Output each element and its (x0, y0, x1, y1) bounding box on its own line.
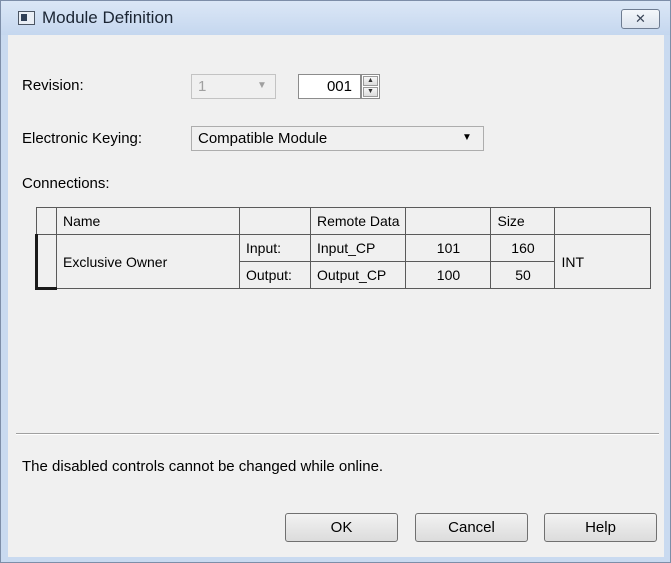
revision-major-value: 1 (198, 78, 207, 95)
ok-button[interactable]: OK (285, 513, 398, 542)
revision-major-combo: 1 ▼ (191, 74, 276, 99)
spin-up-icon[interactable]: ▲ (363, 76, 378, 86)
header-remote-instance (405, 207, 492, 235)
connection-name[interactable]: Exclusive Owner (56, 234, 240, 289)
header-size: Size (490, 207, 556, 235)
module-definition-dialog: Module Definition ✕ Revision: 1 ▼ 001 ▲ … (0, 0, 671, 563)
close-icon: ✕ (635, 11, 646, 26)
spin-down-icon[interactable]: ▼ (363, 87, 378, 97)
header-direction (239, 207, 311, 235)
electronic-keying-value: Compatible Module (198, 130, 328, 147)
table-row[interactable]: Exclusive Owner Input: Input_CP 101 160 … (35, 234, 652, 290)
cancel-button[interactable]: Cancel (415, 513, 528, 542)
row-selector-header (36, 207, 57, 235)
module-icon (18, 11, 35, 25)
input-instance[interactable]: 101 (405, 234, 492, 262)
header-remote-data: Remote Data (309, 207, 407, 235)
revision-minor-spinner[interactable]: ▲ ▼ (361, 74, 380, 99)
connections-label: Connections: (22, 175, 110, 192)
electronic-keying-label: Electronic Keying: (22, 130, 143, 147)
output-instance[interactable]: 100 (405, 261, 492, 289)
connections-table: Name Remote Data Size Exclusive Owner In… (35, 207, 652, 290)
input-size[interactable]: 160 (490, 234, 556, 262)
help-button[interactable]: Help (544, 513, 657, 542)
electronic-keying-combo[interactable]: Compatible Module ▼ (191, 126, 484, 151)
output-label: Output: (239, 261, 311, 289)
input-label: Input: (239, 234, 311, 262)
title-bar[interactable]: Module Definition ✕ (1, 1, 670, 35)
output-size[interactable]: 50 (490, 261, 556, 289)
revision-minor-value: 001 (326, 78, 352, 95)
dialog-title: Module Definition (42, 8, 174, 27)
dialog-body: Revision: 1 ▼ 001 ▲ ▼ Electronic Keying:… (8, 35, 664, 557)
output-tag[interactable]: Output_CP (309, 261, 407, 289)
divider (16, 433, 659, 435)
table-header-row: Name Remote Data Size (36, 207, 652, 235)
data-type[interactable]: INT (554, 234, 652, 289)
chevron-down-icon: ▼ (462, 132, 472, 143)
revision-label: Revision: (22, 77, 84, 94)
revision-minor-input[interactable]: 001 (298, 74, 361, 99)
header-name: Name (56, 207, 240, 235)
row-selector[interactable] (35, 234, 57, 290)
input-tag[interactable]: Input_CP (309, 234, 407, 262)
chevron-down-icon: ▼ (257, 80, 267, 91)
close-button[interactable]: ✕ (621, 9, 660, 29)
header-type (554, 207, 652, 235)
status-message: The disabled controls cannot be changed … (22, 458, 384, 475)
